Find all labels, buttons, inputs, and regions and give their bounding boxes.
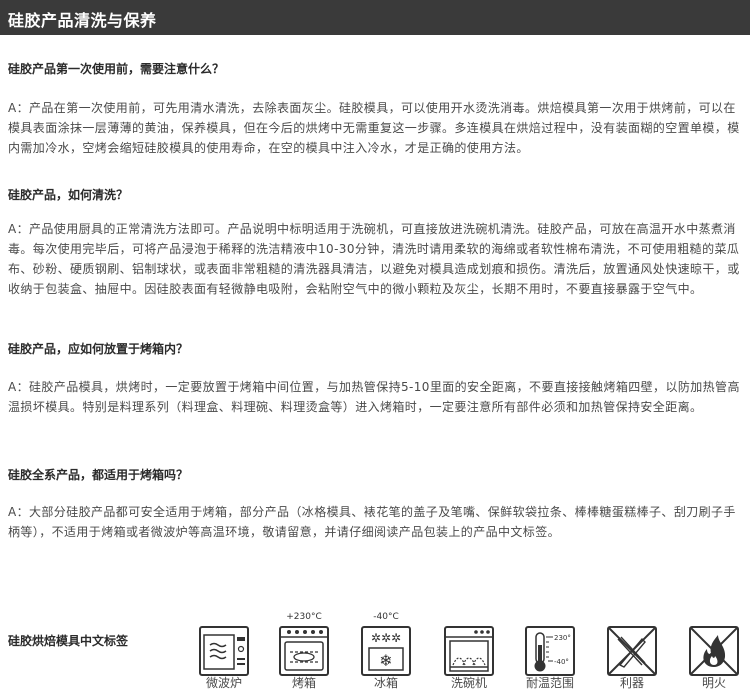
faq-question-1: 硅胶产品第一次使用前，需要注意什么？	[8, 62, 225, 76]
label-icon-no-sharp-tools: 利器	[604, 612, 660, 692]
temp-low-label: -40°	[554, 658, 569, 666]
temp-label: +230°C	[286, 612, 322, 622]
label-icon-microwave: 微波炉	[196, 612, 252, 692]
label-icon-no-open-flame: 明火	[686, 612, 742, 692]
faq-question-4: 硅胶全系产品，都适用于烤箱吗？	[8, 468, 189, 482]
page-header: 硅胶产品清洗与保养	[0, 0, 750, 35]
label-caption: 利器	[619, 676, 644, 690]
freezer-icon: ✲✲✲ ❄	[361, 626, 411, 676]
label-caption: 微波炉	[205, 676, 242, 690]
faq-question-3: 硅胶产品，应如何放置于烤箱内？	[8, 342, 189, 356]
microwave-icon	[199, 626, 249, 676]
temp-label: -40°C	[373, 612, 399, 622]
page-title: 硅胶产品清洗与保养	[8, 11, 157, 30]
svg-text:✲✲✲: ✲✲✲	[371, 631, 401, 645]
label-caption: 耐温范围	[525, 676, 574, 690]
svg-text:❄: ❄	[379, 651, 392, 670]
faq-answer-3: A：硅胶产品模具，烘烤时，一定要放置于烤箱中间位置，与加热管保持5-10里面的安…	[8, 380, 740, 414]
label-section-title: 硅胶烘焙模具中文标签	[8, 634, 129, 648]
label-icon-dishwasher: 洗碗机	[441, 612, 497, 692]
label-icon-freezer: -40°C ✲✲✲ ❄ 冰箱	[358, 612, 414, 692]
thermometer-icon: 230° -40°	[525, 626, 575, 676]
label-icon-oven: +230°C 烤箱	[276, 612, 332, 692]
label-icon-temperature-range: 230° -40° 耐温范围	[522, 612, 578, 692]
no-sharp-tools-icon	[607, 626, 657, 676]
oven-icon	[279, 626, 329, 676]
faq-answer-4: A：大部分硅胶产品都可安全适用于烤箱，部分产品（冰格模具、裱花笔的盖子及笔嘴、保…	[8, 505, 736, 539]
label-caption: 烤箱	[291, 676, 316, 690]
faq-answer-1: A：产品在第一次使用前，可先用清水清洗，去除表面灰尘。硅胶模具，可以使用开水烫洗…	[8, 101, 740, 155]
temp-high-label: 230°	[554, 634, 571, 642]
label-caption: 洗碗机	[450, 676, 487, 690]
no-open-flame-icon	[689, 626, 739, 676]
label-caption: 冰箱	[373, 676, 398, 690]
dishwasher-icon	[444, 626, 494, 676]
faq-answer-2: A：产品使用厨具的正常清洗方法即可。产品说明中标明适用于洗碗机，可直接放进洗碗机…	[8, 222, 740, 296]
faq-question-2: 硅胶产品，如何清洗？	[8, 188, 129, 202]
label-caption: 明火	[701, 676, 726, 690]
